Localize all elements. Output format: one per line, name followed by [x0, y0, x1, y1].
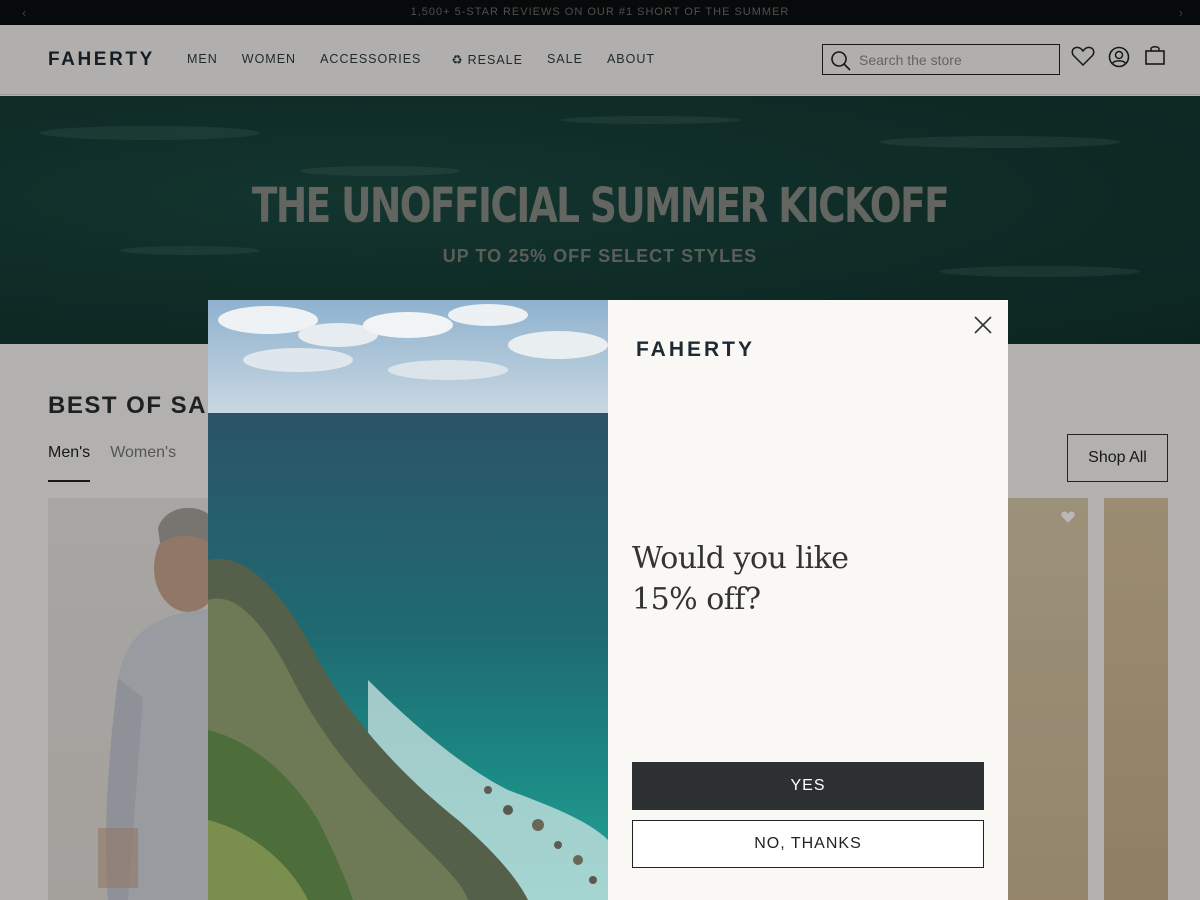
modal-logo: FAHERTY — [636, 338, 756, 361]
discount-modal: FAHERTY Would you like 15% off? YES NO, … — [208, 300, 1008, 900]
coastline-image — [208, 300, 608, 900]
headline-line-2: 15% off? — [632, 582, 761, 617]
yes-button[interactable]: YES — [632, 762, 984, 810]
headline-line-1: Would you like — [632, 541, 849, 576]
close-icon[interactable] — [972, 314, 994, 336]
modal-content: FAHERTY Would you like 15% off? YES NO, … — [608, 300, 1008, 900]
no-thanks-button[interactable]: NO, THANKS — [632, 820, 984, 868]
modal-headline: Would you like 15% off? — [632, 538, 932, 620]
